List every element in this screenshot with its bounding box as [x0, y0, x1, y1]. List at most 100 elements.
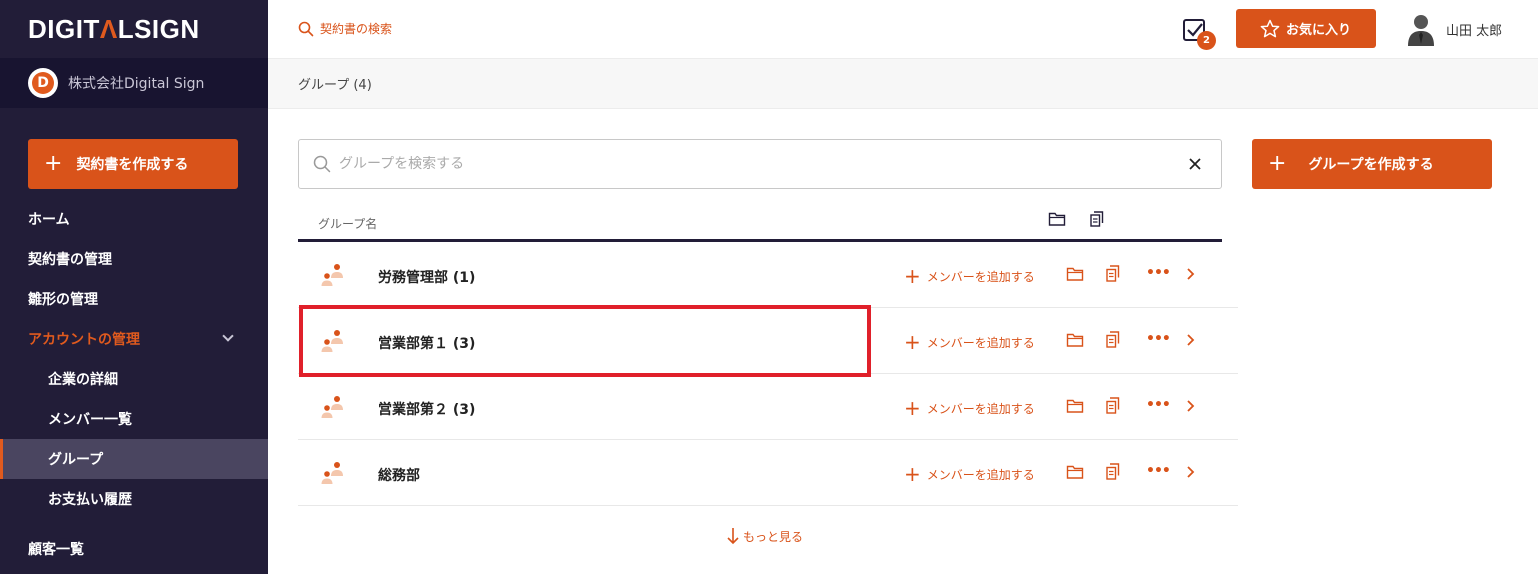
add-member-label: メンバーを追加する	[926, 467, 1035, 482]
sidebar: DIGITΛLSIGN D 株式会社Digital Sign + 契約書を作成す…	[0, 0, 268, 574]
see-more-link[interactable]: もっと見る	[726, 527, 803, 545]
add-member-label: メンバーを追加する	[926, 335, 1035, 350]
sidebar-item-label: 雛形の管理	[28, 292, 98, 308]
add-member-button[interactable]: + メンバーを追加する	[904, 332, 1035, 352]
user-menu[interactable]: 山田 太郎	[1406, 12, 1502, 46]
table-header: グループ名	[298, 206, 1222, 242]
group-icon	[321, 330, 343, 352]
sidebar-item-payments[interactable]: お支払い履歴	[0, 479, 268, 519]
group-icon	[321, 264, 343, 286]
sidebar-item-contracts[interactable]: 契約書の管理	[0, 239, 268, 279]
logo-text-2: LSIGN	[117, 14, 200, 44]
copy-icon[interactable]	[1106, 265, 1120, 282]
arrow-down-icon	[727, 528, 739, 545]
sidebar-item-templates[interactable]: 雛形の管理	[0, 279, 268, 319]
group-list: 労務管理部 (1) + メンバーを追加する ••• 営業部第１ (3) + メン…	[298, 242, 1238, 506]
contract-search-link[interactable]: 契約書の検索	[298, 20, 392, 37]
more-options-icon[interactable]: •••	[1146, 463, 1171, 479]
plus-icon: +	[904, 330, 921, 354]
copy-icon[interactable]	[1106, 463, 1120, 480]
sidebar-item-label: メンバー一覧	[48, 412, 132, 428]
copy-icon	[1090, 211, 1104, 227]
create-group-button[interactable]: + グループを作成する	[1252, 139, 1492, 189]
table-row[interactable]: 営業部第１ (3) + メンバーを追加する •••	[298, 308, 1238, 374]
plus-icon: +	[904, 264, 921, 288]
search-icon	[313, 155, 331, 173]
task-checklist-button[interactable]: 2	[1182, 16, 1216, 50]
topbar: 契約書の検索 2 お気に入り 山田 太郎	[268, 0, 1538, 58]
table-row[interactable]: 営業部第２ (3) + メンバーを追加する •••	[298, 374, 1238, 440]
group-icon	[321, 396, 343, 418]
copy-icon[interactable]	[1106, 331, 1120, 348]
table-row[interactable]: 総務部 + メンバーを追加する •••	[298, 440, 1238, 506]
brand-logo[interactable]: DIGITΛLSIGN	[28, 14, 200, 45]
page-header: グループ (4)	[268, 58, 1538, 109]
see-more-label: もっと見る	[743, 529, 804, 544]
add-member-button[interactable]: + メンバーを追加する	[904, 464, 1035, 484]
star-icon	[1260, 19, 1280, 37]
plus-icon: +	[904, 396, 921, 420]
sidebar-item-label: 顧客一覧	[28, 542, 84, 558]
company-initial: D	[32, 72, 54, 94]
notification-badge: 2	[1197, 31, 1216, 50]
sidebar-item-company-details[interactable]: 企業の詳細	[0, 359, 268, 399]
more-options-icon[interactable]: •••	[1146, 265, 1171, 281]
sidebar-item-account[interactable]: アカウントの管理	[0, 319, 268, 359]
contract-search-label: 契約書の検索	[320, 22, 393, 36]
more-options-icon[interactable]: •••	[1146, 331, 1171, 347]
company-name: 株式会社Digital Sign	[68, 76, 205, 92]
sidebar-item-members[interactable]: メンバー一覧	[0, 399, 268, 439]
favorites-button[interactable]: お気に入り	[1236, 9, 1376, 48]
sidebar-item-customers[interactable]: 顧客一覧	[0, 529, 268, 569]
create-group-label: グループを作成する	[1308, 157, 1434, 173]
add-member-label: メンバーを追加する	[926, 401, 1035, 416]
sidebar-item-label: ホーム	[28, 212, 70, 228]
logo-text-1: DIGIT	[28, 14, 100, 44]
avatar	[1408, 15, 1434, 46]
chevron-right-icon[interactable]	[1184, 266, 1198, 282]
sidebar-item-groups[interactable]: グループ	[0, 439, 268, 479]
copy-icon[interactable]	[1106, 397, 1120, 414]
add-member-button[interactable]: + メンバーを追加する	[904, 266, 1035, 286]
create-contract-button[interactable]: + 契約書を作成する	[28, 139, 238, 189]
user-name: 山田 太郎	[1446, 23, 1503, 39]
sidebar-item-label: お支払い履歴	[48, 492, 132, 508]
folder-icon[interactable]	[1066, 266, 1084, 282]
folder-icon[interactable]	[1066, 464, 1084, 480]
search-icon	[298, 21, 314, 36]
chevron-right-icon[interactable]	[1184, 398, 1198, 414]
company-switcher[interactable]: D 株式会社Digital Sign	[0, 58, 268, 108]
group-name: 労務管理部 (1)	[378, 270, 476, 286]
plus-icon: +	[44, 151, 63, 176]
favorites-label: お気に入り	[1286, 23, 1352, 38]
column-header-name: グループ名	[318, 217, 378, 231]
sidebar-item-label: 契約書の管理	[28, 252, 112, 268]
folder-icon	[1048, 212, 1066, 226]
sidebar-item-label: 企業の詳細	[48, 372, 118, 388]
add-member-button[interactable]: + メンバーを追加する	[904, 398, 1035, 418]
group-name: 総務部	[378, 468, 420, 484]
app-root: DIGITΛLSIGN D 株式会社Digital Sign + 契約書を作成す…	[0, 0, 1538, 574]
group-search-box	[298, 139, 1222, 189]
group-name: 営業部第２ (3)	[378, 402, 476, 418]
create-contract-label: 契約書を作成する	[76, 157, 189, 173]
page-title: グループ (4)	[298, 78, 372, 93]
group-icon	[321, 462, 343, 484]
sidebar-item-home[interactable]: ホーム	[0, 199, 268, 239]
more-options-icon[interactable]: •••	[1146, 397, 1171, 413]
company-avatar: D	[28, 68, 58, 98]
add-member-label: メンバーを追加する	[926, 269, 1035, 284]
chevron-right-icon[interactable]	[1184, 464, 1198, 480]
chevron-right-icon[interactable]	[1184, 332, 1198, 348]
group-search-input[interactable]	[339, 156, 1159, 172]
chevron-down-icon	[222, 330, 234, 342]
sidebar-item-label: アカウントの管理	[28, 332, 140, 348]
plus-icon: +	[904, 462, 921, 486]
folder-icon[interactable]	[1066, 332, 1084, 348]
sidebar-nav: ホーム 契約書の管理 雛形の管理 アカウントの管理 企業の詳細 メンバー一覧 グ…	[0, 199, 268, 569]
folder-icon[interactable]	[1066, 398, 1084, 414]
close-icon[interactable]	[1187, 156, 1203, 172]
group-name: 営業部第１ (3)	[378, 336, 476, 352]
table-row[interactable]: 労務管理部 (1) + メンバーを追加する •••	[298, 242, 1238, 308]
sidebar-item-label: グループ	[48, 452, 104, 468]
